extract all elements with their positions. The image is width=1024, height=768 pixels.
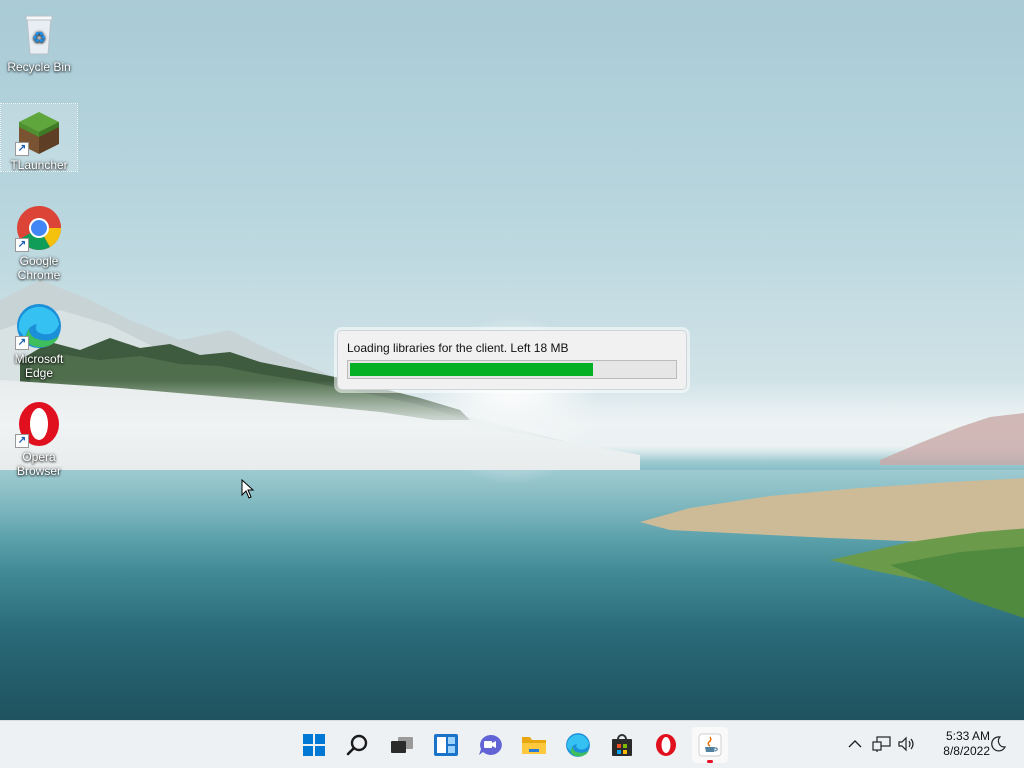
opera-icon: ↗	[15, 400, 63, 448]
edge-icon: ↗	[15, 302, 63, 350]
loading-dialog: Loading libraries for the client. Left 1…	[337, 330, 687, 390]
loading-message: Loading libraries for the client. Left 1…	[347, 341, 569, 355]
taskbar-file-explorer-button[interactable]	[516, 727, 552, 763]
taskbar-chat-button[interactable]	[472, 727, 508, 763]
chrome-icon: ↗	[15, 204, 63, 252]
desktop-icon-chrome[interactable]: ↗ Google Chrome	[1, 200, 77, 284]
tlauncher-icon: ↗	[15, 108, 63, 156]
tray-volume-button[interactable]	[896, 733, 918, 755]
desktop-icon-opera[interactable]: ↗ Opera Browser	[1, 396, 77, 480]
desktop-icon-label: Google Chrome	[17, 254, 61, 282]
tray-overflow-button[interactable]	[844, 733, 866, 755]
running-indicator	[707, 760, 713, 763]
shortcut-arrow-icon: ↗	[15, 434, 29, 448]
tray-network-button[interactable]	[871, 733, 893, 755]
taskbar-java-button[interactable]	[692, 727, 728, 763]
java-icon	[698, 733, 722, 757]
shortcut-arrow-icon: ↗	[15, 336, 29, 350]
taskbar: 5:33 AM 8/8/2022	[0, 720, 1024, 768]
network-icon	[872, 736, 891, 752]
search-icon	[346, 734, 368, 756]
shortcut-arrow-icon: ↗	[15, 142, 29, 156]
volume-icon	[898, 736, 914, 752]
taskbar-clock[interactable]: 5:33 AM 8/8/2022	[924, 729, 990, 759]
desktop-icon-tlauncher[interactable]: ↗ TLauncher	[0, 103, 78, 172]
windows-logo-icon	[303, 734, 325, 756]
desktop-icon-label: Recycle Bin	[7, 60, 71, 74]
wallpaper-shore	[640, 478, 1024, 618]
shortcut-arrow-icon: ↗	[15, 238, 29, 252]
taskbar-widgets-button[interactable]	[428, 727, 464, 763]
chevron-up-icon	[848, 740, 862, 748]
taskbar-store-button[interactable]	[604, 727, 640, 763]
clock-time: 5:33 AM	[945, 729, 990, 743]
folder-icon	[522, 737, 546, 754]
task-view-icon	[391, 737, 413, 753]
moon-icon	[991, 736, 1007, 752]
desktop-icon-label: Opera Browser	[16, 450, 61, 478]
recycle-bin-icon: ♻	[15, 10, 63, 58]
taskbar-start-button[interactable]	[296, 727, 332, 763]
progress-bar-fill	[350, 363, 593, 376]
chat-icon	[479, 734, 502, 755]
widgets-icon	[434, 734, 458, 756]
taskbar-edge-button[interactable]	[560, 727, 596, 763]
svg-text:♻: ♻	[32, 28, 46, 47]
progress-bar	[347, 360, 677, 379]
wallpaper-distant-hills	[880, 413, 1024, 465]
taskbar-search-button[interactable]	[340, 727, 376, 763]
tray-focus-assist-button[interactable]	[987, 733, 1009, 755]
edge-icon	[566, 733, 590, 757]
store-icon	[612, 734, 632, 756]
desktop-icon-label: Microsoft Edge	[14, 352, 64, 380]
opera-icon	[656, 734, 676, 756]
taskbar-task-view-button[interactable]	[384, 727, 420, 763]
desktop-icon-label: TLauncher	[10, 158, 68, 172]
wallpaper-mist	[0, 380, 1024, 470]
mouse-cursor-icon	[241, 479, 255, 499]
clock-date: 8/8/2022	[943, 744, 990, 758]
desktop-icon-recycle-bin[interactable]: ♻ Recycle Bin	[1, 6, 77, 76]
taskbar-opera-button[interactable]	[648, 727, 684, 763]
desktop-icon-edge[interactable]: ↗ Microsoft Edge	[1, 298, 77, 382]
